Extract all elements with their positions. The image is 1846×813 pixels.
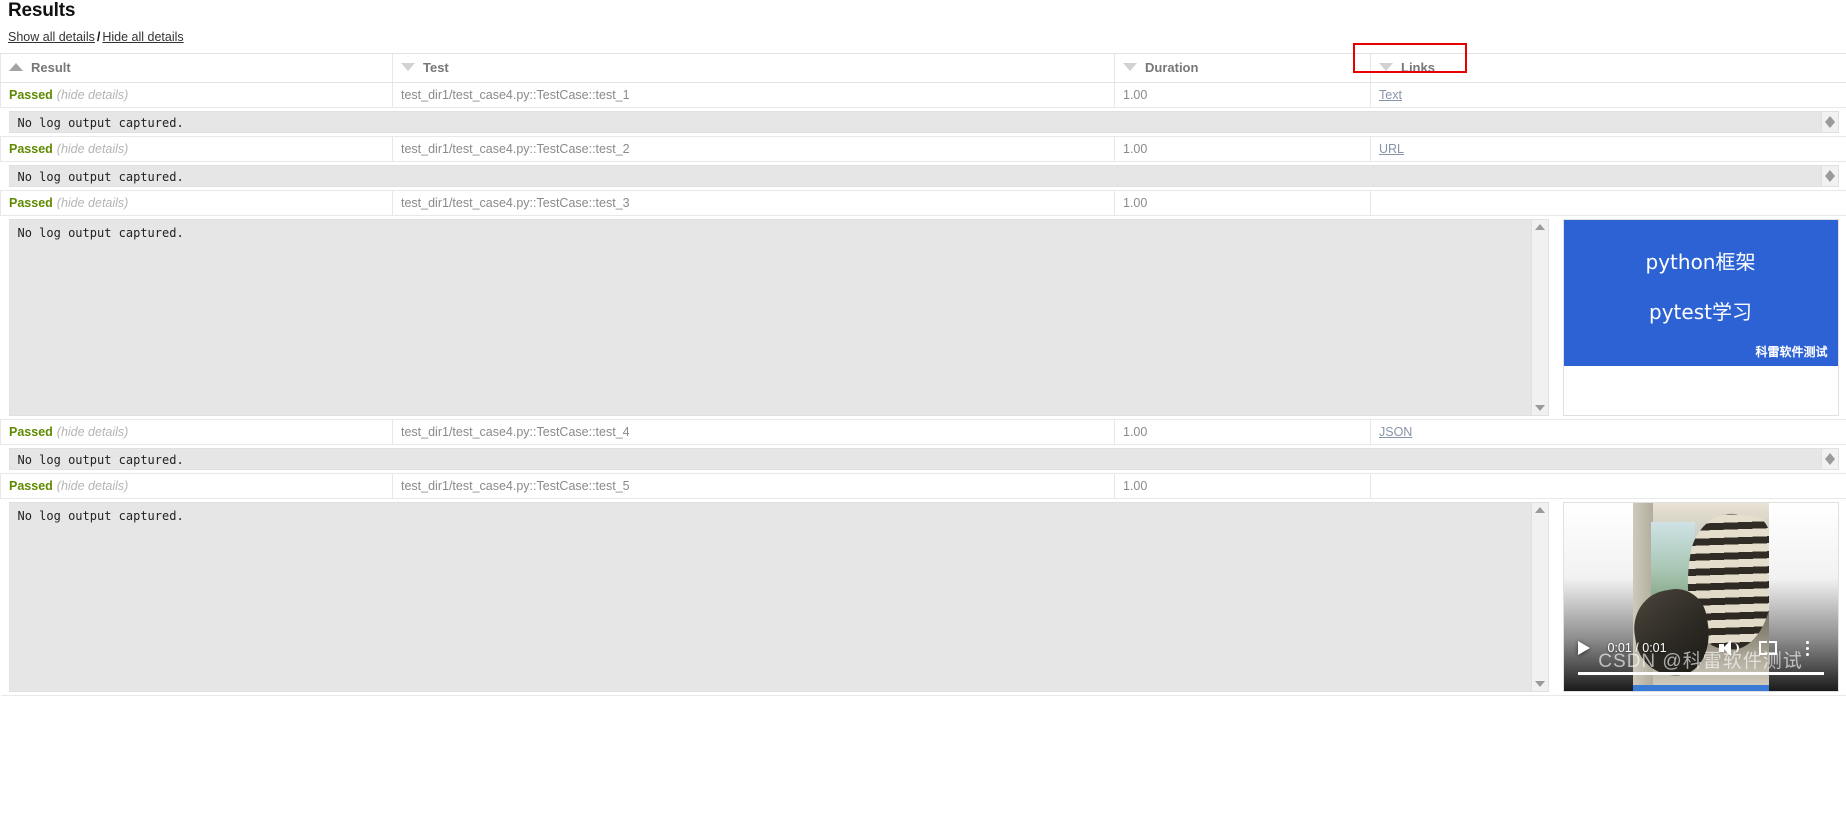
column-label-links: Links <box>1401 60 1435 75</box>
scroll-up-icon[interactable] <box>1534 507 1545 513</box>
video-attachment[interactable]: CSDN @科雷软件测试 0:01 / 0:01 <box>1562 502 1839 692</box>
log-row: No log output captured. <box>0 444 1846 474</box>
image-attachment[interactable]: python框架 pytest学习 科雷软件测试 <box>1562 219 1839 416</box>
duration-cell: 1.00 <box>1114 136 1371 162</box>
log-scrollbar[interactable] <box>1821 165 1839 187</box>
result-cell: Passed (hide details) <box>0 419 393 445</box>
column-header-result[interactable]: Result <box>0 53 393 83</box>
duration-cell: 1.00 <box>1114 82 1371 108</box>
test-cell: test_dir1/test_case4.py::TestCase::test_… <box>392 473 1115 499</box>
table-row: Passed (hide details) test_dir1/test_case… <box>0 82 1846 108</box>
result-cell: Passed (hide details) <box>0 82 393 108</box>
log-scrollbar[interactable] <box>1821 448 1839 470</box>
table-row: Passed (hide details) test_dir1/test_case… <box>0 419 1846 445</box>
promo-line-1: python框架 <box>1645 250 1756 274</box>
page-title: Results <box>8 0 76 21</box>
video-controls: 0:01 / 0:01 <box>1564 633 1838 691</box>
volume-icon[interactable] <box>1718 639 1739 657</box>
result-status: Passed <box>9 142 53 156</box>
sort-asc-icon <box>9 63 23 71</box>
test-cell: test_dir1/test_case4.py::TestCase::test_… <box>392 136 1115 162</box>
video-player[interactable]: CSDN @科雷软件测试 0:01 / 0:01 <box>1563 503 1838 691</box>
results-table: Result Test Duration Links Passed (hide d… <box>0 53 1846 696</box>
log-row: No log output captured. <box>0 498 1846 696</box>
duration-cell: 1.00 <box>1114 419 1371 445</box>
result-status: Passed <box>9 479 53 493</box>
sort-desc-icon <box>1379 63 1393 71</box>
result-cell: Passed (hide details) <box>0 473 393 499</box>
scroll-down-icon[interactable] <box>1824 459 1835 465</box>
result-status: Passed <box>9 425 53 439</box>
test-cell: test_dir1/test_case4.py::TestCase::test_… <box>392 82 1115 108</box>
attachment-link-url[interactable]: URL <box>1379 142 1404 156</box>
scroll-down-icon[interactable] <box>1534 681 1545 687</box>
play-icon[interactable] <box>1577 641 1590 655</box>
scroll-down-icon[interactable] <box>1824 122 1835 128</box>
table-row: Passed (hide details) test_dir1/test_case… <box>0 190 1846 216</box>
hide-all-details-link[interactable]: Hide all details <box>102 30 183 44</box>
table-row: Passed (hide details) test_dir1/test_case… <box>0 473 1846 499</box>
attachment-link-text[interactable]: Text <box>1379 88 1402 102</box>
attachment-link-json[interactable]: JSON <box>1379 425 1412 439</box>
links-cell <box>1370 190 1846 216</box>
result-status: Passed <box>9 88 53 102</box>
video-progress-fill <box>1577 672 1824 675</box>
column-header-test[interactable]: Test <box>392 53 1115 83</box>
log-scrollbar[interactable] <box>1531 219 1549 416</box>
row-details-toggle[interactable]: (hide details) <box>53 196 129 210</box>
row-details-toggle[interactable]: (hide details) <box>53 425 129 439</box>
log-output: No log output captured. <box>8 111 1822 133</box>
log-output: No log output captured. <box>8 165 1822 187</box>
show-all-details-link[interactable]: Show all details <box>8 30 95 44</box>
test-cell: test_dir1/test_case4.py::TestCase::test_… <box>392 419 1115 445</box>
result-cell: Passed (hide details) <box>0 136 393 162</box>
duration-cell: 1.00 <box>1114 190 1371 216</box>
log-output: No log output captured. <box>8 502 1532 692</box>
result-status: Passed <box>9 196 53 210</box>
column-label-test: Test <box>423 60 449 75</box>
row-details-toggle[interactable]: (hide details) <box>53 479 129 493</box>
log-row: No log output captured. <box>0 161 1846 191</box>
column-label-duration: Duration <box>1145 60 1199 75</box>
column-header-links[interactable]: Links <box>1370 53 1846 83</box>
links-cell <box>1370 473 1846 499</box>
log-row: No log output captured. <box>0 107 1846 137</box>
detail-toggle-bar: Show all details / Hide all details <box>0 22 1846 53</box>
results-page: Results Show all details / Hide all detail… <box>0 0 1846 813</box>
result-cell: Passed (hide details) <box>0 190 393 216</box>
video-progress-bar[interactable] <box>1577 672 1824 675</box>
fullscreen-icon[interactable] <box>1758 639 1778 657</box>
column-label-result: Result <box>31 60 71 75</box>
promo-line-2: pytest学习 <box>1649 300 1752 324</box>
duration-cell: 1.00 <box>1114 473 1371 499</box>
video-bottom-bar <box>1632 685 1769 691</box>
log-output: No log output captured. <box>8 219 1532 416</box>
links-cell: Text <box>1370 82 1846 108</box>
links-cell: URL <box>1370 136 1846 162</box>
more-options-icon[interactable] <box>1798 639 1818 657</box>
links-cell: JSON <box>1370 419 1846 445</box>
video-time-display: 0:01 / 0:01 <box>1607 641 1667 655</box>
scroll-up-icon[interactable] <box>1534 224 1545 230</box>
table-row: Passed (hide details) test_dir1/test_case… <box>0 136 1846 162</box>
log-output: No log output captured. <box>8 448 1822 470</box>
promo-banner-image: python框架 pytest学习 科雷软件测试 <box>1563 220 1838 366</box>
row-details-toggle[interactable]: (hide details) <box>53 142 129 156</box>
sort-desc-icon <box>401 63 415 71</box>
results-table-body: Passed (hide details) test_dir1/test_case… <box>0 82 1846 696</box>
log-scrollbar[interactable] <box>1531 502 1549 692</box>
column-header-duration[interactable]: Duration <box>1114 53 1371 83</box>
promo-watermark: 科雷软件测试 <box>1755 345 1828 359</box>
log-row: No log output captured. python框架 pytest学… <box>0 215 1846 420</box>
sort-desc-icon <box>1123 63 1137 71</box>
table-header-row: Result Test Duration Links <box>0 53 1846 83</box>
scroll-down-icon[interactable] <box>1824 176 1835 182</box>
scroll-down-icon[interactable] <box>1534 405 1545 411</box>
test-cell: test_dir1/test_case4.py::TestCase::test_… <box>392 190 1115 216</box>
row-details-toggle[interactable]: (hide details) <box>53 88 129 102</box>
log-scrollbar[interactable] <box>1821 111 1839 133</box>
